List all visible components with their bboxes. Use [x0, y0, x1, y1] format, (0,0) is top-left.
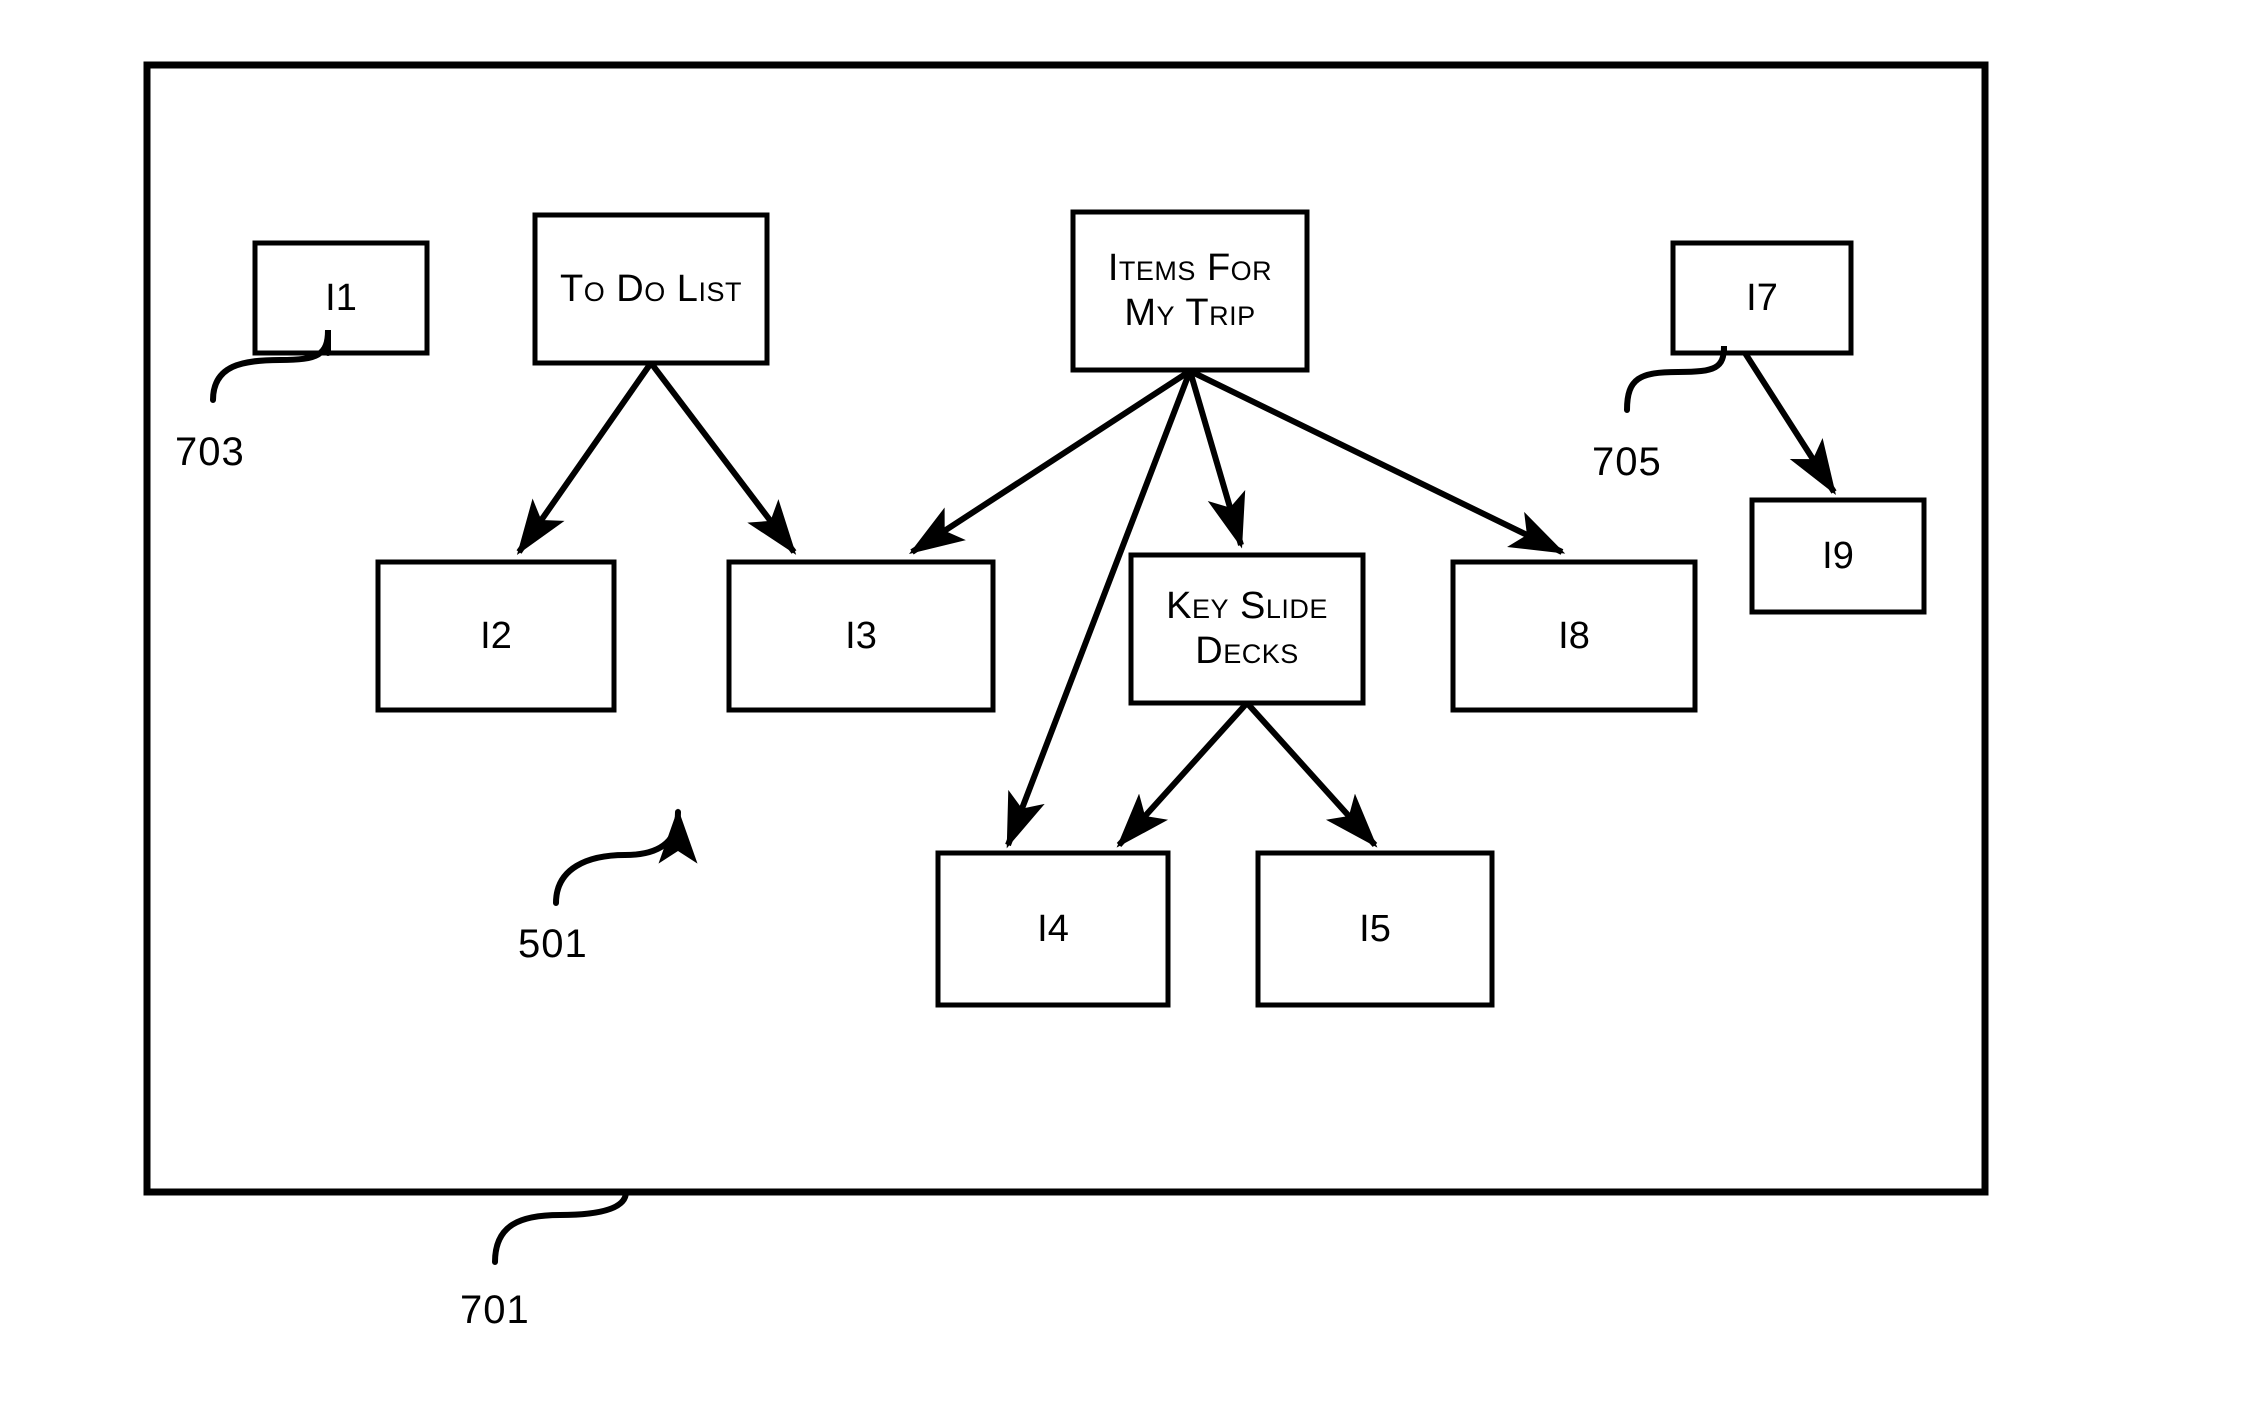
node-i5[interactable] [1258, 853, 1492, 1005]
arrow-todo-to-i2 [516, 361, 654, 555]
ref-numeral-501: 501 [518, 922, 588, 966]
leader-501-arrow [553, 808, 698, 906]
arrow-trip-to-ksd [1187, 370, 1246, 549]
leader-705 [1624, 345, 1727, 413]
ref-numeral-701: 701 [460, 1288, 530, 1332]
arrow-i7-to-i9 [1742, 351, 1837, 496]
ref-numeral-705: 705 [1592, 440, 1662, 484]
node-i4[interactable] [938, 853, 1168, 1005]
node-i1[interactable] [255, 243, 427, 353]
node-i9[interactable] [1752, 500, 1924, 612]
node-i3[interactable] [729, 562, 993, 710]
arrow-todo-to-i3 [648, 361, 797, 555]
arrow-trip-to-i3 [908, 368, 1192, 555]
figure-canvas: I1 To Do List Items For My Trip I7 I2 I3… [0, 0, 2242, 1416]
arrow-ksd-to-i5 [1244, 700, 1378, 848]
node-i7[interactable] [1673, 243, 1851, 353]
arrow-trip-to-i8 [1188, 368, 1566, 555]
arrow-ksd-to-i4 [1116, 700, 1250, 848]
ref-numeral-703: 703 [175, 430, 245, 474]
node-i8[interactable] [1453, 562, 1695, 710]
leader-701 [492, 1189, 629, 1265]
node-ksd[interactable] [1131, 555, 1363, 703]
node-todo[interactable] [535, 215, 767, 363]
node-i2[interactable] [378, 562, 614, 710]
node-trip[interactable] [1073, 212, 1307, 370]
reference-leader-lines [210, 329, 1727, 1265]
